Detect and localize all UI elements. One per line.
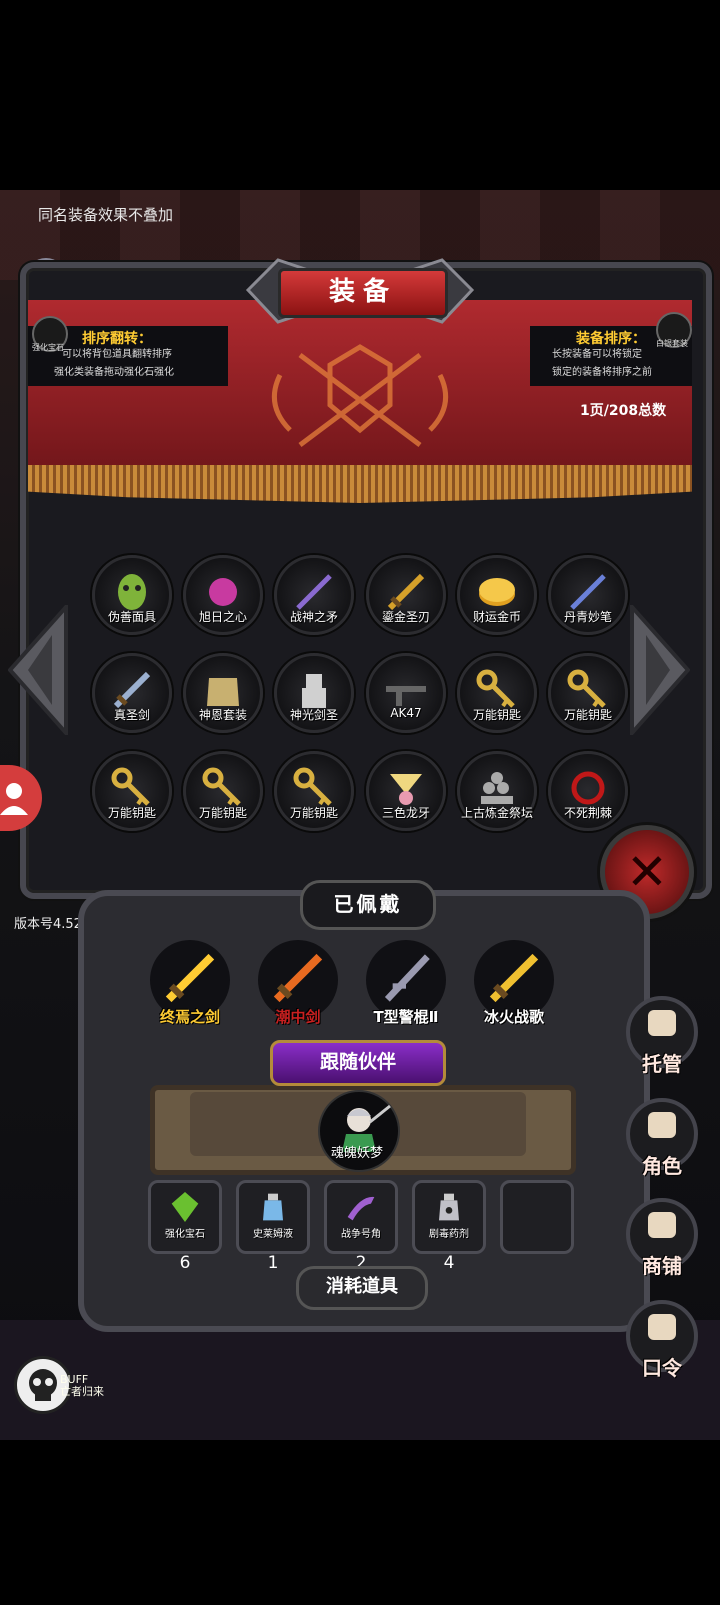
equip-sort-line-2: 锁定的装备将排序之前 [552,367,652,378]
equipped-slot[interactable]: 潮中剑 [258,940,338,1026]
inventory-slot[interactable]: AK47 [366,653,446,733]
potion-icon [263,1193,283,1221]
inventory-slot[interactable]: 神光剑圣 [274,653,354,733]
side-button-label: 商铺 [642,1254,682,1278]
inventory-slot[interactable]: 万能钥匙 [274,751,354,831]
inventory-slot[interactable]: 真圣剑 [92,653,172,733]
silver-set-label: 白银套装 [656,339,688,348]
hood-icon [648,1112,676,1138]
inventory-slot[interactable]: 万能钥匙 [92,751,172,831]
inventory-slot[interactable]: 上古炼金祭坛 [457,751,537,831]
consumable-count: 1 [267,1253,279,1273]
sort-flip-title: 排序翻转： [82,331,152,347]
buff-name: 亡者归来 [60,1385,104,1398]
inventory-slot[interactable]: 神恩套装 [183,653,263,733]
sword-icon [273,953,323,1003]
inventory-slot[interactable]: 万能钥匙 [457,653,537,733]
dice-icon [648,1010,676,1036]
consumables-title: 消耗道具 [296,1266,428,1310]
consumable-slot[interactable]: 强化宝石 6 [148,1180,222,1273]
banner-fringe [28,465,692,503]
empty-consumable-slot[interactable] [500,1180,574,1254]
baton-icon [384,954,430,1002]
prev-page-arrow-icon[interactable] [8,605,68,735]
inventory-slot[interactable]: 伪善面具 [92,555,172,635]
equipped-item-name: 冰火战歌 [483,1008,544,1026]
equip-sort-title: 装备排序： [576,331,646,347]
sort-flip-line-2: 强化类装备拖动强化石强化 [54,367,174,378]
inventory-slot[interactable]: 万能钥匙 [183,751,263,831]
sword-icon [165,953,215,1003]
equip-sort-info: 白银套装 装备排序： 长按装备可以将锁定 锁定的装备将排序之前 [530,312,692,386]
equipped-item-name: T型警棍Ⅱ [373,1008,439,1026]
side-button-dice[interactable]: 托管 [626,996,698,1076]
user-icon [0,783,28,815]
inventory-slot[interactable]: 丹青妙笔 [548,555,628,635]
side-button-shop[interactable]: 商铺 [626,1198,698,1278]
side-button-label: 角色 [642,1154,682,1178]
companion-title: 跟随伙伴 [270,1040,446,1086]
horn-icon [347,1196,375,1221]
version-label: 版本号4.52 [14,917,82,932]
buff-text: BUFF 亡者归来 [60,1374,104,1398]
consumable-slot[interactable]: 战争号角 2 [324,1180,398,1273]
equip-sort-line-1: 长按装备可以将锁定 [552,349,642,360]
equipped-item-name: 终焉之剑 [159,1008,220,1026]
consumable-count: 6 [179,1253,191,1273]
castle-floor [0,1320,720,1440]
equipped-item-name: 潮中剑 [275,1008,321,1026]
page-title: 装备 [278,268,448,318]
inventory-slot[interactable]: 不死荆棘 [548,751,628,831]
side-button-hood[interactable]: 角色 [626,1098,698,1178]
side-button-label: 口令 [642,1356,682,1380]
sword-icon [489,953,539,1003]
poison-icon [439,1193,459,1221]
side-button-label: 托管 [642,1052,682,1076]
inventory-slot[interactable]: 战神之矛 [274,555,354,635]
gem-icon [171,1192,199,1222]
sort-flip-info: 强化宝石 排序翻转： 可以将背包道具翻转排序 强化类装备拖动强化石强化 [28,316,228,386]
crossed-swords-crest-icon [271,344,449,447]
companion-name: 魂魄妖梦 [330,1146,383,1161]
consumable-slot[interactable]: 史莱姆液 1 [236,1180,310,1273]
inventory-slot[interactable]: 万能钥匙 [548,653,628,733]
equipped-title: 已佩戴 [300,880,436,930]
consumable-name: 剧毒药剂 [429,1229,469,1240]
side-button-book[interactable]: 口令 [626,1300,698,1380]
notice-text: 同名装备效果不叠加 [38,206,174,224]
inventory-item-name: 万能钥匙 [563,708,612,722]
inventory-slot[interactable]: 财运金币 [457,555,537,635]
enhance-gem-label: 强化宝石 [32,343,64,352]
profile-avatar-button[interactable] [0,765,42,831]
inventory-slot[interactable]: 旭日之心 [183,555,263,635]
shop-icon [648,1212,676,1238]
empty-slot [517,1187,557,1227]
sort-flip-line-1: 可以将背包道具翻转排序 [62,349,172,360]
equipped-slot[interactable]: 冰火战歌 [474,940,554,1026]
page-counter: 1页/208总数 [580,403,667,419]
book-icon [648,1314,676,1340]
equipped-slot[interactable]: T型警棍Ⅱ [366,940,446,1026]
inventory-item-name: 不死荆棘 [563,806,612,820]
inventory-slot[interactable]: 三色龙牙 [366,751,446,831]
consumable-slot[interactable]: 剧毒药剂 4 [412,1180,486,1273]
consumable-count: 4 [443,1253,455,1273]
inventory-slot[interactable]: 鎏金圣刃 [366,555,446,635]
inventory-item-name: 丹青妙笔 [563,610,612,624]
equipped-slot[interactable]: 终焉之剑 [150,940,230,1026]
